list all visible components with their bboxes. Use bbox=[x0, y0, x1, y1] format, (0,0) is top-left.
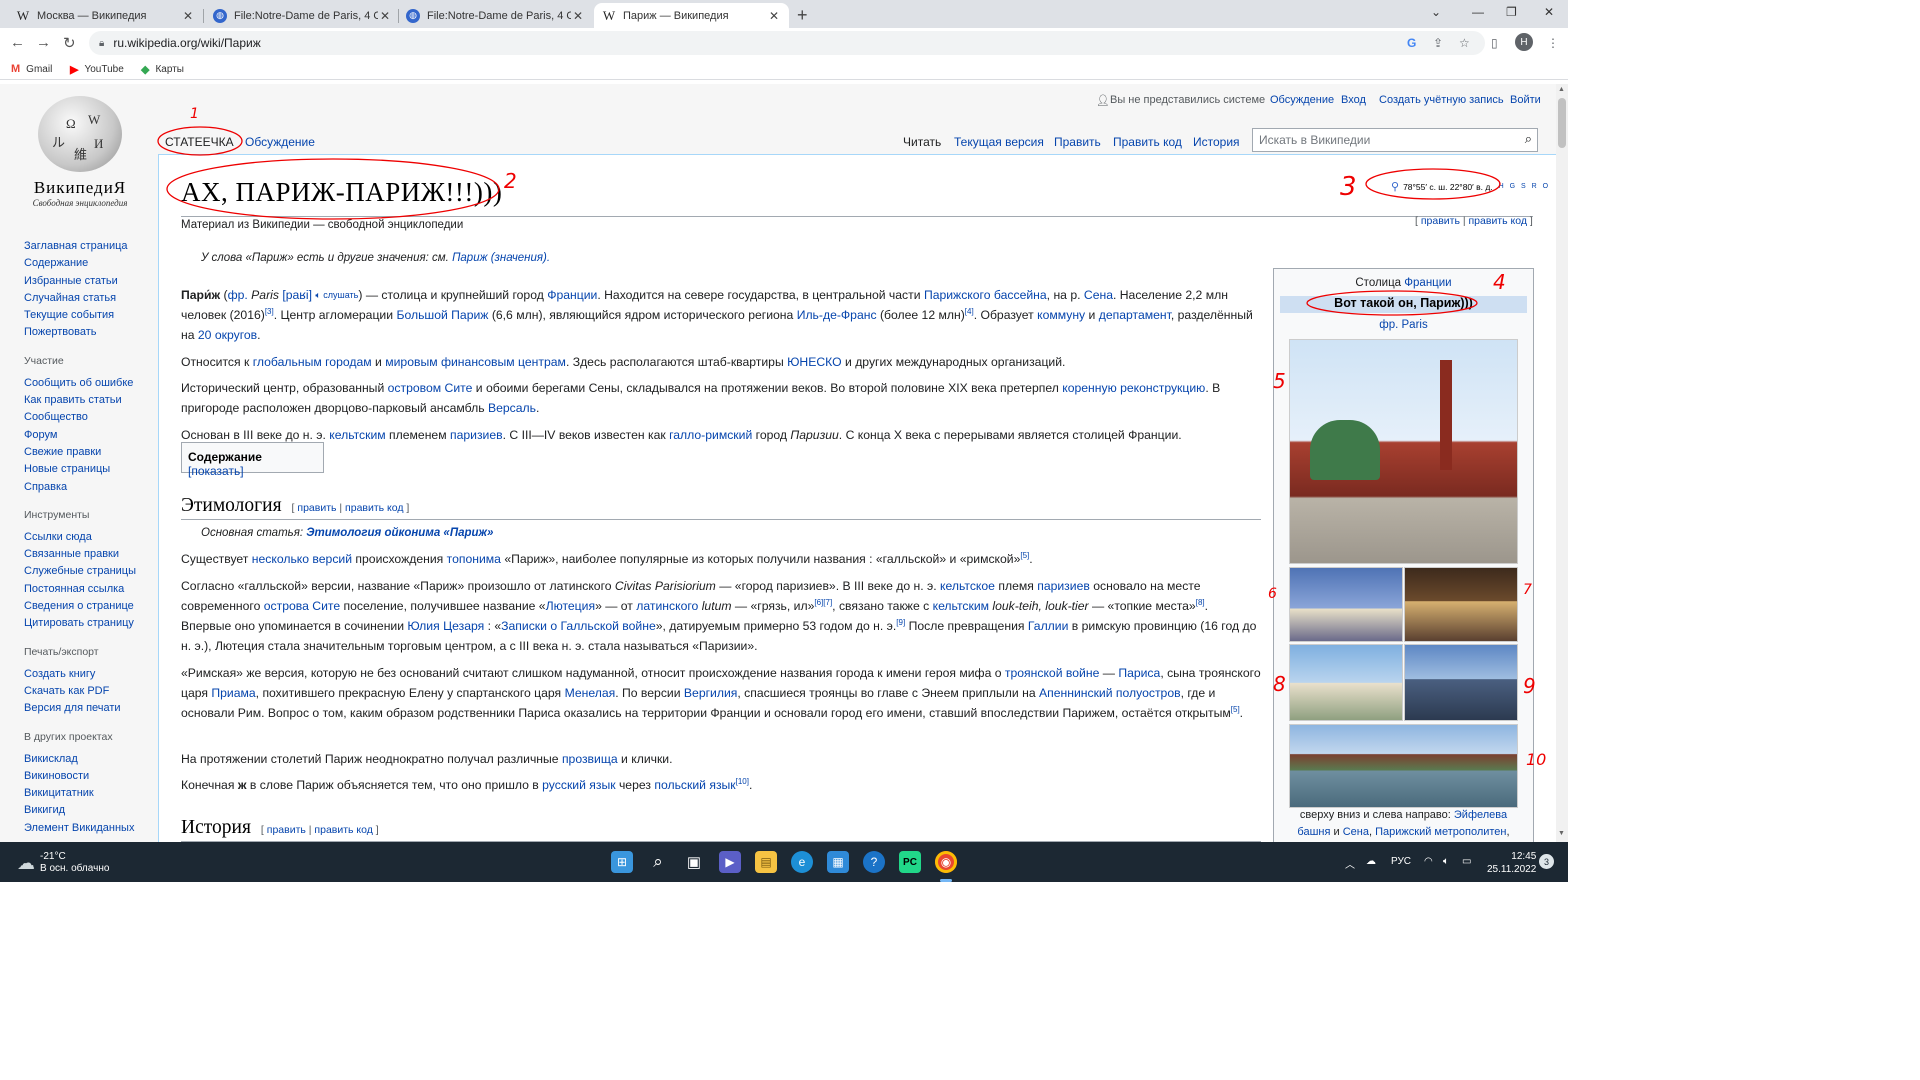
annotation-number: 4 bbox=[1493, 270, 1506, 294]
annotation-number: 6 bbox=[1268, 586, 1277, 602]
menu-dots-icon[interactable]: ⋮ bbox=[1547, 36, 1559, 50]
notification-badge[interactable]: 3 bbox=[1539, 854, 1554, 869]
new-tab-button[interactable]: + bbox=[797, 5, 808, 26]
tab-search-button[interactable]: ⌄ bbox=[1431, 5, 1441, 19]
share-icon[interactable]: ⇪ bbox=[1433, 36, 1443, 50]
annotation-ellipse-infobox-title bbox=[1306, 290, 1478, 316]
tab-title: Париж — Википедия bbox=[623, 9, 729, 22]
annotation-number: 5 bbox=[1273, 369, 1286, 393]
browser-toolbar: ← → ↻ 🔒︎ ru.wikipedia.org/wiki/Париж G ⇪… bbox=[0, 28, 1568, 58]
clock-date: 25.11.2022 bbox=[1487, 864, 1537, 875]
maps-icon: ◆ bbox=[141, 64, 150, 76]
browser-tab-file-1[interactable]: ◍ File:Notre-Dame de Paris, 4 Octo ✕ bbox=[205, 3, 400, 28]
system-clock[interactable]: 12:45 25.11.2022 bbox=[1487, 850, 1536, 876]
weather-widget[interactable]: ☁︎ -21°C В осн. облачно bbox=[17, 851, 109, 875]
volume-icon[interactable]: 🔈︎ bbox=[1443, 856, 1449, 867]
profile-avatar[interactable]: Н bbox=[1515, 33, 1533, 51]
help-icon[interactable]: ? bbox=[863, 851, 885, 873]
annotation-number: 3 bbox=[1340, 172, 1357, 202]
annotation-number: 8 bbox=[1273, 672, 1286, 696]
clock-time: 12:45 bbox=[1511, 851, 1537, 862]
annotation-ellipse-title bbox=[166, 158, 500, 220]
browser-tab-paris[interactable]: W Париж — Википедия ✕ bbox=[594, 3, 789, 28]
commons-favicon-icon: ◍ bbox=[213, 8, 227, 23]
google-icon[interactable]: G bbox=[1407, 36, 1416, 50]
annotation-number: 1 bbox=[190, 106, 199, 122]
cloud-sync-icon[interactable]: ☁︎ bbox=[1366, 856, 1376, 867]
teams-icon[interactable]: ▶ bbox=[719, 851, 741, 873]
chrome-icon[interactable]: ◉ bbox=[935, 851, 957, 873]
bookmarks-bar: M Gmail ▶ YouTube ◆ Карты bbox=[0, 58, 1568, 80]
bookmark-label: Gmail bbox=[26, 63, 53, 75]
edge-icon[interactable]: e bbox=[791, 851, 813, 873]
tab-title: File:Notre-Dame de Paris, 4 Octo bbox=[234, 9, 378, 22]
minimize-button[interactable]: — bbox=[1472, 5, 1484, 19]
weather-description: В осн. облачно bbox=[40, 863, 110, 874]
close-window-button[interactable]: ✕ bbox=[1544, 5, 1554, 19]
temperature: -21°C bbox=[40, 851, 66, 862]
close-tab-icon[interactable]: ✕ bbox=[767, 9, 781, 23]
scrollbar-thumb[interactable] bbox=[1558, 98, 1566, 148]
task-view-icon[interactable]: ▣ bbox=[683, 851, 705, 873]
back-button[interactable]: ← bbox=[10, 34, 25, 51]
annotation-ellipse-coords bbox=[1365, 168, 1501, 200]
start-icon[interactable]: ⊞ bbox=[611, 851, 633, 873]
annotation-number: 2 bbox=[504, 169, 517, 193]
youtube-icon: ▶ bbox=[70, 64, 79, 76]
side-panel-icon[interactable]: ▯ bbox=[1491, 36, 1498, 50]
scroll-up-icon[interactable]: ▲ bbox=[1558, 86, 1565, 93]
bookmark-maps[interactable]: ◆ Карты bbox=[141, 63, 184, 76]
annotation-number: 10 bbox=[1526, 750, 1547, 769]
annotation-ellipse-tab bbox=[157, 126, 243, 156]
url-text: ru.wikipedia.org/wiki/Париж bbox=[113, 36, 261, 50]
wikipedia-page: Ω W ル И 維 ВикипедиЯ Свободная энциклопед… bbox=[0, 84, 1556, 842]
lock-icon: 🔒︎ bbox=[99, 37, 105, 49]
close-tab-icon[interactable]: ✕ bbox=[571, 9, 585, 23]
forward-button[interactable]: → bbox=[36, 34, 51, 51]
commons-favicon-icon: ◍ bbox=[406, 8, 420, 23]
pycharm-icon[interactable]: PC bbox=[899, 851, 921, 873]
tab-separator bbox=[203, 9, 204, 23]
red-annotation-layer bbox=[157, 126, 1501, 316]
battery-icon[interactable]: ▭ bbox=[1462, 856, 1471, 867]
maximize-button[interactable]: ❐ bbox=[1506, 5, 1517, 19]
wikipedia-favicon-icon: W bbox=[16, 7, 30, 23]
bookmark-label: YouTube bbox=[84, 64, 124, 75]
bookmark-label: Карты bbox=[155, 64, 184, 75]
annotation-number: 9 bbox=[1523, 674, 1536, 698]
windows-taskbar: ☁︎ -21°C В осн. облачно ⊞ ⌕ ▣ ▶ ▤ e ▦ ? … bbox=[0, 842, 1568, 882]
address-bar[interactable]: 🔒︎ ru.wikipedia.org/wiki/Париж bbox=[89, 31, 1485, 55]
wifi-icon[interactable]: ◠ bbox=[1424, 856, 1433, 867]
input-language[interactable]: РУС bbox=[1391, 856, 1411, 867]
gmail-icon: M bbox=[11, 63, 21, 75]
bookmark-youtube[interactable]: ▶ YouTube bbox=[70, 63, 124, 76]
scroll-down-icon[interactable]: ▼ bbox=[1558, 830, 1565, 837]
tab-title: Москва — Википедия bbox=[37, 9, 147, 22]
wikipedia-favicon-icon: W bbox=[602, 7, 616, 23]
page-scrollbar[interactable]: ▲ ▼ bbox=[1556, 84, 1568, 842]
store-icon[interactable]: ▦ bbox=[827, 851, 849, 873]
close-tab-icon[interactable]: ✕ bbox=[378, 9, 392, 23]
browser-tab-file-2[interactable]: ◍ File:Notre-Dame de Paris, 4 Octo ✕ bbox=[398, 3, 593, 28]
close-tab-icon[interactable]: ✕ bbox=[181, 9, 195, 23]
browser-tab-moscow[interactable]: W Москва — Википедия ✕ bbox=[8, 3, 203, 28]
tab-title: File:Notre-Dame de Paris, 4 Octo bbox=[427, 9, 571, 22]
file-explorer-icon[interactable]: ▤ bbox=[755, 851, 777, 873]
cloud-icon: ☁︎ bbox=[17, 853, 35, 873]
tray-overflow-icon[interactable]: ︿ bbox=[1345, 856, 1355, 871]
bookmark-star-icon[interactable]: ☆ bbox=[1459, 36, 1470, 50]
tab-strip: W Москва — Википедия ✕ ◍ File:Notre-Dame… bbox=[0, 0, 1568, 28]
reload-button[interactable]: ↻ bbox=[63, 34, 76, 52]
annotation-number: 7 bbox=[1523, 582, 1532, 598]
bookmark-gmail[interactable]: M Gmail bbox=[11, 63, 52, 75]
active-app-indicator bbox=[940, 879, 952, 882]
search-icon[interactable]: ⌕ bbox=[647, 851, 669, 873]
